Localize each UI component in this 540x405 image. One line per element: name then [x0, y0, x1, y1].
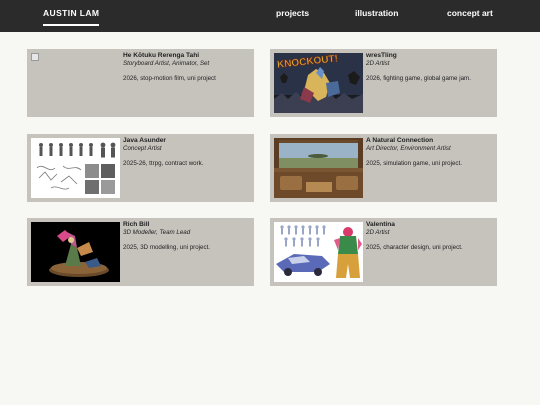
project-thumbnail[interactable] [31, 53, 120, 113]
nav-link-illustration[interactable]: illustration [355, 8, 398, 18]
project-title[interactable]: Valentina [366, 221, 493, 229]
project-role: 3D Modeller, Team Lead [123, 229, 191, 236]
project-card[interactable]: Valentina 2D Artist 2025, character desi… [270, 218, 497, 286]
project-role: 2D Artist [366, 229, 390, 236]
project-description: 2026, fighting game, global game jam. [366, 75, 471, 82]
project-card[interactable]: He Kōtuku Rerenga Tahi Storyboard Artist… [27, 49, 254, 117]
site-brand[interactable]: AUSTIN LAM [43, 8, 99, 18]
project-thumbnail[interactable] [274, 138, 363, 198]
project-description: 2025, simulation game, uni project. [366, 160, 462, 167]
project-card[interactable]: KNOCKOUT! wresTling 2D Artist 2026, figh… [270, 49, 497, 117]
project-info: He Kōtuku Rerenga Tahi Storyboard Artist… [123, 52, 250, 83]
project-info: wresTling 2D Artist 2026, fighting game,… [366, 52, 493, 83]
nav-link-concept-art[interactable]: concept art [447, 8, 493, 18]
project-thumbnail[interactable] [31, 222, 120, 282]
project-description: 2026, stop-motion film, uni project [123, 75, 216, 82]
project-card[interactable]: Rich Bill 3D Modeller, Team Lead 2025, 3… [27, 218, 254, 286]
brand-underline [43, 24, 99, 26]
project-title[interactable]: Java Asunder [123, 137, 250, 145]
project-title[interactable]: Rich Bill [123, 221, 250, 229]
project-title[interactable]: wresTling [366, 52, 493, 60]
project-info: A Natural Connection Art Director, Envir… [366, 137, 493, 168]
project-description: 2025-26, ttrpg, contract work. [123, 160, 204, 167]
project-role: Concept Artist [123, 145, 162, 152]
project-info: Java Asunder Concept Artist 2025-26, ttr… [123, 137, 250, 168]
nav-link-projects[interactable]: projects [276, 8, 309, 18]
project-thumbnail[interactable]: KNOCKOUT! [274, 53, 363, 113]
project-info: Valentina 2D Artist 2025, character desi… [366, 221, 493, 252]
project-info: Rich Bill 3D Modeller, Team Lead 2025, 3… [123, 221, 250, 252]
project-thumbnail[interactable] [274, 222, 363, 282]
project-description: 2025, character design, uni project. [366, 244, 463, 251]
project-description: 2025, 3D modelling, uni project. [123, 244, 211, 251]
project-card[interactable]: A Natural Connection Art Director, Envir… [270, 134, 497, 202]
project-role: 2D Artist [366, 60, 390, 67]
project-title[interactable]: A Natural Connection [366, 137, 493, 145]
project-thumbnail[interactable] [31, 138, 120, 198]
top-navbar: AUSTIN LAM projects illustration concept… [0, 0, 540, 32]
broken-image-icon [31, 53, 39, 61]
project-role: Art Director, Environment Artist [366, 145, 451, 152]
project-role: Storyboard Artist, Animator, Set [123, 60, 210, 67]
project-title[interactable]: He Kōtuku Rerenga Tahi [123, 52, 250, 60]
project-card[interactable]: Java Asunder Concept Artist 2025-26, ttr… [27, 134, 254, 202]
